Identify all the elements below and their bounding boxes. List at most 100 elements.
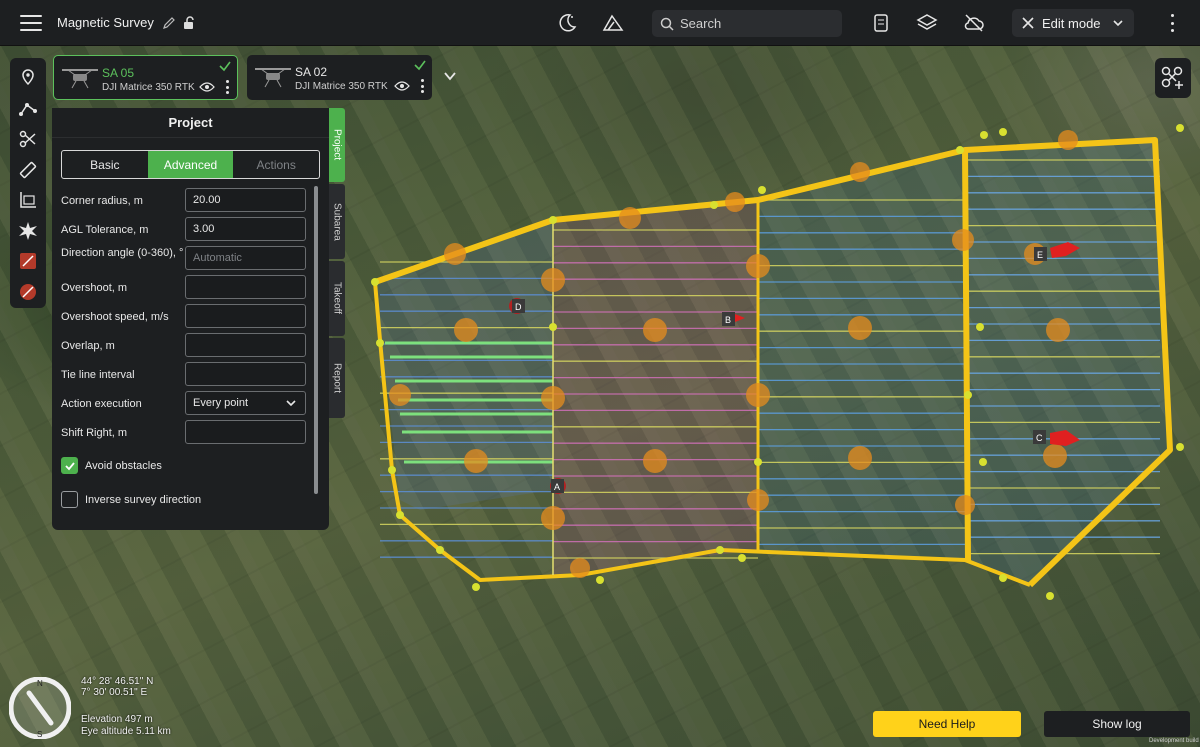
checkbox-checked-icon [61, 457, 78, 474]
svg-text:B: B [725, 315, 731, 325]
subarea-fill-4 [965, 140, 1170, 585]
drone-name: SA 02 [295, 65, 328, 79]
field-direction-angle: Direction angle (0-360), ° Automatic [61, 246, 306, 270]
field-overshoot: Overshoot, m [61, 275, 306, 299]
project-title[interactable]: Magnetic Survey [57, 15, 154, 30]
layers-icon[interactable] [914, 10, 940, 36]
cloud-off-icon[interactable] [961, 10, 987, 36]
waypoint-d[interactable]: D [509, 298, 525, 314]
ruler-icon[interactable] [14, 156, 42, 184]
edit-pencil-icon[interactable] [162, 16, 176, 30]
field-action-execution: Action execution Every point [61, 391, 306, 415]
field-label: Overshoot speed, m/s [61, 311, 169, 323]
add-drone-route-button[interactable] [1155, 58, 1191, 98]
checkbox-unchecked-icon [61, 491, 78, 508]
checkbox-label: Avoid obstacles [85, 459, 162, 472]
elevation-readout: Elevation 497 m Eye altitude 5.11 km [81, 714, 171, 738]
inverse-direction-checkbox[interactable]: Inverse survey direction [61, 491, 201, 508]
subarea-fill-1 [375, 220, 553, 510]
drone-card-sa05[interactable]: SA 05 DJI Matrice 350 RTK [53, 55, 238, 100]
no-fly-zone-icon[interactable] [14, 247, 42, 275]
drone-more-icon[interactable] [420, 79, 424, 93]
elevation: Elevation 497 m [81, 714, 153, 725]
drone-card-sa02[interactable]: SA 02 DJI Matrice 350 RTK [247, 55, 432, 100]
side-tab-subarea[interactable]: Subarea [329, 184, 345, 259]
left-toolbar [10, 58, 46, 308]
unlock-icon[interactable] [182, 15, 196, 30]
scissors-icon[interactable] [14, 125, 42, 153]
shift-right-input[interactable] [185, 420, 306, 444]
svg-text:E: E [1037, 250, 1043, 260]
night-mode-icon[interactable] [554, 10, 580, 36]
polyline-icon[interactable] [14, 95, 42, 123]
svg-text:C: C [1036, 433, 1043, 443]
search-placeholder: Search [680, 16, 722, 31]
compass-north-label: N [37, 679, 43, 688]
field-label: Direction angle (0-360), ° [61, 247, 184, 259]
chevron-down-icon [1113, 20, 1123, 27]
longitude: 7° 30' 00.51" E [81, 687, 148, 698]
avoid-obstacles-checkbox[interactable]: Avoid obstacles [61, 457, 162, 474]
direction-angle-input[interactable]: Automatic [185, 246, 306, 270]
latitude: 44° 28' 46.51" N [81, 676, 154, 687]
action-execution-select[interactable]: Every point [185, 391, 306, 415]
field-label: Tie line interval [61, 369, 135, 381]
coordinates-readout: 44° 28' 46.51" N 7° 30' 00.51" E [81, 676, 153, 698]
tab-basic[interactable]: Basic [62, 151, 148, 178]
corner-radius-input[interactable]: 20.00 [185, 188, 306, 212]
drone-model: DJI Matrice 350 RTK [102, 82, 195, 93]
need-help-button[interactable]: Need Help [873, 711, 1021, 737]
mode-label: Edit mode [1042, 15, 1101, 31]
side-tabs: Project Subarea Takeoff Report [329, 108, 345, 420]
waypoint-a[interactable]: A [550, 478, 566, 494]
drone-icon [255, 68, 291, 88]
drone-add-icon [1161, 66, 1183, 89]
top-bar: Magnetic Survey Search Edit mode [0, 0, 1200, 46]
drone-name: SA 05 [102, 66, 135, 80]
side-tab-report[interactable]: Report [329, 338, 345, 418]
field-overshoot-speed: Overshoot speed, m/s [61, 304, 306, 328]
check-icon [414, 60, 426, 71]
show-log-button[interactable]: Show log [1044, 711, 1190, 737]
field-overlap: Overlap, m [61, 333, 306, 357]
drone-icon [62, 69, 98, 89]
field-label: Overlap, m [61, 340, 115, 352]
explosion-icon[interactable] [14, 217, 42, 245]
side-tab-takeoff[interactable]: Takeoff [329, 261, 345, 336]
side-tab-project[interactable]: Project [329, 108, 345, 182]
more-options-icon[interactable] [1166, 14, 1178, 32]
tab-actions[interactable]: Actions [233, 151, 319, 178]
overshoot-input[interactable] [185, 275, 306, 299]
subarea-fill-3 [758, 150, 965, 560]
panel-tabs: Basic Advanced Actions [61, 150, 320, 179]
search-input[interactable]: Search [652, 10, 842, 37]
chevron-down-icon [286, 400, 296, 407]
field-corner-radius: Corner radius, m 20.00 [61, 188, 306, 212]
eye-icon[interactable] [394, 80, 410, 92]
overlap-input[interactable] [185, 333, 306, 357]
field-label: Overshoot, m [61, 282, 128, 294]
tie-line-interval-input[interactable] [185, 362, 306, 386]
field-label: AGL Tolerance, m [61, 224, 149, 236]
drone-more-icon[interactable] [225, 80, 229, 94]
eye-icon[interactable] [199, 81, 215, 93]
field-tie-line-interval: Tie line interval [61, 362, 306, 386]
overshoot-speed-input[interactable] [185, 304, 306, 328]
check-icon [219, 61, 231, 72]
restricted-area-icon[interactable] [14, 278, 42, 306]
drone-list-chevron-icon[interactable] [441, 67, 459, 85]
checklist-icon[interactable] [868, 10, 894, 36]
tab-advanced[interactable]: Advanced [147, 151, 234, 178]
edit-tools-icon [1022, 17, 1034, 29]
mode-select[interactable]: Edit mode [1012, 9, 1134, 37]
location-pin-icon[interactable] [14, 64, 42, 92]
panel-scrollbar[interactable] [314, 186, 318, 494]
chart-area-icon[interactable] [14, 186, 42, 214]
agl-tolerance-input[interactable]: 3.00 [185, 217, 306, 241]
terrain-icon[interactable] [600, 10, 626, 36]
field-agl-tolerance: AGL Tolerance, m 3.00 [61, 217, 306, 241]
menu-icon[interactable] [20, 14, 42, 31]
subarea-fill-2 [553, 200, 758, 575]
field-shift-right: Shift Right, m [61, 420, 306, 444]
compass-icon[interactable]: N S [9, 677, 71, 739]
